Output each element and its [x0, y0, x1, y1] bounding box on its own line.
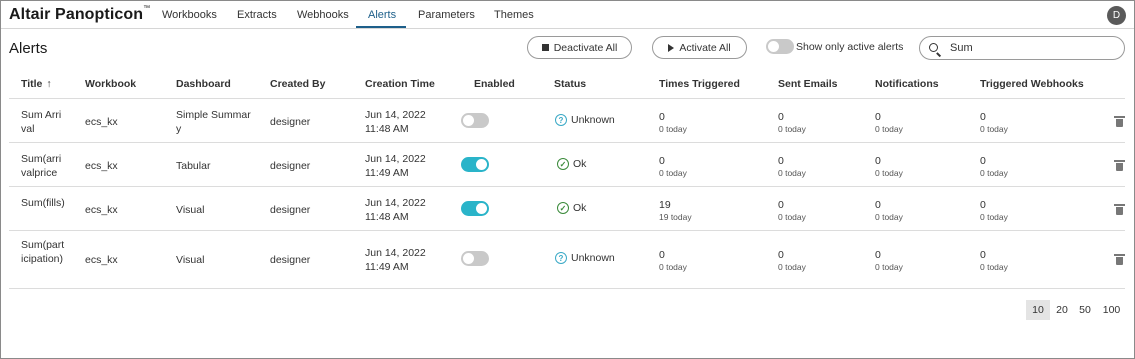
play-icon — [668, 43, 675, 52]
app-logo: Altair Panopticon™ — [9, 5, 151, 23]
column-header-triggered-webhooks[interactable]: Triggered Webhooks — [980, 78, 1084, 90]
activate-all-button[interactable]: Activate All — [652, 36, 747, 59]
row-triggered-webhooks: 00 today — [980, 155, 1008, 178]
delete-icon[interactable] — [1114, 160, 1125, 171]
row-enabled-toggle[interactable] — [461, 201, 489, 216]
column-header-title[interactable]: Title ↑ — [21, 78, 52, 90]
check-circle-icon: ✓ — [557, 158, 569, 170]
row-created-by: designer — [270, 160, 311, 172]
active-only-toggle[interactable] — [766, 39, 794, 54]
row-title: Sum(fills) — [21, 197, 65, 209]
row-sent-emails: 00 today — [778, 199, 806, 222]
column-header-status[interactable]: Status — [554, 78, 586, 90]
row-created-by: designer — [270, 116, 311, 128]
row-times-triggered: 00 today — [659, 249, 687, 272]
tab-workbooks[interactable]: Workbooks — [162, 9, 217, 21]
stop-icon — [541, 44, 549, 51]
row-divider — [9, 230, 1125, 231]
row-divider — [9, 186, 1125, 187]
row-sent-emails: 00 today — [778, 111, 806, 134]
row-sent-emails: 00 today — [778, 155, 806, 178]
column-header-notifications[interactable]: Notifications — [875, 78, 939, 90]
row-title: Sum(participation) — [21, 239, 65, 265]
page-size-10[interactable]: 10 — [1026, 300, 1050, 320]
row-times-triggered: 00 today — [659, 155, 687, 178]
row-status: ? Unknown — [555, 252, 615, 264]
delete-icon[interactable] — [1114, 254, 1125, 265]
delete-icon[interactable] — [1114, 204, 1125, 215]
column-header-creation-time[interactable]: Creation Time — [365, 78, 435, 90]
tab-parameters[interactable]: Parameters — [418, 9, 475, 21]
user-avatar[interactable]: D — [1107, 6, 1126, 25]
row-triggered-webhooks: 00 today — [980, 111, 1008, 134]
row-dashboard: Simple Summary — [176, 109, 251, 135]
row-dashboard: Visual — [176, 204, 205, 216]
row-creation-time: Jun 14, 2022 11:48 AM — [365, 197, 426, 223]
row-dashboard: Visual — [176, 254, 205, 266]
tab-webhooks[interactable]: Webhooks — [297, 9, 349, 21]
row-title: Sum(arrivalprice — [21, 153, 62, 179]
question-icon: ? — [555, 252, 567, 264]
column-header-sent-emails[interactable]: Sent Emails — [778, 78, 838, 90]
row-workbook: ecs_kx — [85, 204, 118, 216]
row-creation-time: Jun 14, 2022 11:49 AM — [365, 153, 426, 179]
page-title: Alerts — [9, 40, 48, 57]
column-header-enabled[interactable]: Enabled — [474, 78, 515, 90]
row-status: ? Unknown — [555, 114, 615, 126]
question-icon: ? — [555, 114, 567, 126]
search-icon — [929, 43, 938, 52]
delete-icon[interactable] — [1114, 116, 1125, 127]
row-divider — [9, 288, 1125, 289]
row-created-by: designer — [270, 254, 311, 266]
column-header-times-triggered[interactable]: Times Triggered — [659, 78, 740, 90]
row-triggered-webhooks: 00 today — [980, 249, 1008, 272]
page-size-50[interactable]: 50 — [1074, 300, 1096, 320]
row-enabled-toggle[interactable] — [461, 157, 489, 172]
check-circle-icon: ✓ — [557, 202, 569, 214]
tab-extracts[interactable]: Extracts — [237, 9, 277, 21]
row-triggered-webhooks: 00 today — [980, 199, 1008, 222]
column-header-dashboard[interactable]: Dashboard — [176, 78, 231, 90]
tab-themes[interactable]: Themes — [494, 9, 534, 21]
row-notifications: 00 today — [875, 249, 903, 272]
row-enabled-toggle[interactable] — [461, 113, 489, 128]
row-created-by: designer — [270, 204, 311, 216]
row-notifications: 00 today — [875, 199, 903, 222]
row-title: Sum Arrival — [21, 109, 62, 135]
row-status: ✓ Ok — [557, 158, 586, 170]
page-size-20[interactable]: 20 — [1051, 300, 1073, 320]
header-divider — [9, 98, 1125, 99]
row-notifications: 00 today — [875, 155, 903, 178]
search-input[interactable]: Sum — [919, 36, 1125, 60]
row-divider — [9, 142, 1125, 143]
sort-ascending-icon: ↑ — [46, 78, 52, 90]
row-dashboard: Tabular — [176, 160, 211, 172]
row-workbook: ecs_kx — [85, 254, 118, 266]
column-header-workbook[interactable]: Workbook — [85, 78, 136, 90]
active-only-label: Show only active alerts — [796, 41, 904, 53]
tab-alerts[interactable]: Alerts — [368, 9, 396, 21]
search-value: Sum — [950, 42, 973, 54]
deactivate-all-button[interactable]: Deactivate All — [527, 36, 632, 59]
row-sent-emails: 00 today — [778, 249, 806, 272]
top-nav-bar: Altair Panopticon™ Workbooks Extracts We… — [1, 1, 1134, 29]
row-creation-time: Jun 14, 2022 11:48 AM — [365, 109, 426, 135]
row-notifications: 00 today — [875, 111, 903, 134]
row-workbook: ecs_kx — [85, 116, 118, 128]
row-workbook: ecs_kx — [85, 160, 118, 172]
row-times-triggered: 00 today — [659, 111, 687, 134]
row-creation-time: Jun 14, 2022 11:49 AM — [365, 247, 426, 273]
column-header-created-by[interactable]: Created By — [270, 78, 325, 90]
row-status: ✓ Ok — [557, 202, 586, 214]
row-times-triggered: 19 19 today — [659, 199, 692, 222]
active-tab-indicator — [356, 26, 406, 28]
page-size-100[interactable]: 100 — [1098, 300, 1125, 320]
row-enabled-toggle[interactable] — [461, 251, 489, 266]
